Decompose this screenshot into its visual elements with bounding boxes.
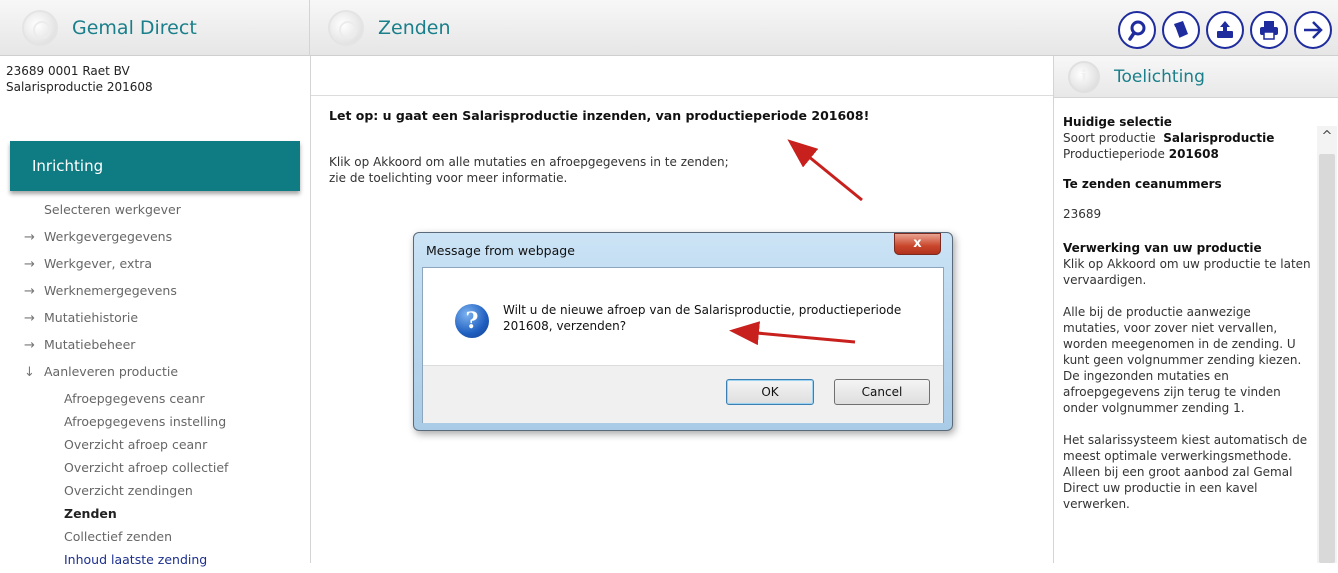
sidebar-item-label: Mutatiehistorie [44, 310, 139, 325]
section-title: Inrichting [10, 141, 300, 191]
sidebar-item-label: Collectief zenden [64, 529, 173, 544]
sidebar-item-label: Overzicht afroep collectief [64, 460, 229, 475]
sidebar-subitem-zenden[interactable]: Zenden [24, 504, 304, 527]
sidebar-item-label: Mutatiebeheer [44, 337, 136, 352]
upload-button[interactable] [1206, 11, 1244, 49]
help-panel-header: Toelichting [1054, 56, 1338, 98]
sidebar-subitem-overzicht-zendingen[interactable]: Overzicht zendingen [24, 481, 304, 504]
ceanr-heading: Te zenden ceanummers [1063, 177, 1222, 191]
print-button[interactable] [1250, 11, 1288, 49]
dialog-title: Message from webpage [426, 243, 575, 258]
dialog-message-line: Wilt u de nieuwe afroep van de Salarispr… [503, 303, 902, 317]
processing-heading: Verwerking van uw productie [1063, 241, 1262, 255]
info-line: Klik op Akkoord om alle mutaties en afro… [329, 155, 729, 169]
sidebar-subitem-afroepgegevens-instelling[interactable]: Afroepgegevens instelling [24, 412, 304, 435]
ok-button[interactable]: OK [726, 379, 814, 405]
book-button[interactable] [1162, 11, 1200, 49]
arrow-right-icon: → [24, 230, 35, 245]
sidebar-subitem-afroepgegevens-ceanr[interactable]: Afroepgegevens ceanr [24, 389, 304, 412]
selection-type: Soort productie Salarisproductie [1063, 130, 1311, 146]
arrow-right-icon: → [24, 338, 35, 353]
sidebar-subitem-overzicht-afroep-ceanr[interactable]: Overzicht afroep ceanr [24, 435, 304, 458]
sidebar-item-label: Werknemergegevens [44, 283, 177, 298]
app-title: Gemal Direct [72, 17, 197, 39]
annotation-arrow [787, 139, 863, 202]
help-paragraph: Het salarissysteem kiest automatisch de … [1063, 433, 1308, 511]
sidebar-nav: Selecteren werkgever → Werkgevergegevens … [24, 200, 304, 573]
info-icon [1068, 60, 1100, 93]
page-logo-icon [328, 10, 364, 46]
arrow-right-icon [1304, 21, 1323, 39]
app-logo-icon [22, 10, 58, 46]
selection-period: Productieperiode 201608 [1063, 146, 1311, 162]
help-panel-title: Toelichting [1114, 66, 1205, 87]
sidebar-item-label: Aanleveren productie [44, 364, 179, 379]
scroll-thumb[interactable] [1319, 154, 1335, 563]
sidebar-subitem-inhoud-laatste-zending[interactable]: Inhoud laatste zending [24, 550, 304, 573]
arrow-right-icon: → [24, 311, 35, 326]
sidebar-item-selecteren-werkgever[interactable]: Selecteren werkgever [24, 200, 304, 227]
cancel-button[interactable]: Cancel [834, 379, 930, 405]
sidebar-item-label: Selecteren werkgever [44, 202, 181, 217]
divider [310, 56, 311, 563]
sidebar-subitem-collectief-zenden[interactable]: Collectief zenden [24, 527, 304, 550]
selection-period-label: Productieperiode [1063, 147, 1165, 161]
dialog-message: Wilt u de nieuwe afroep van de Salarispr… [503, 302, 923, 334]
dialog-message-line: 201608, verzenden? [503, 319, 627, 333]
scroll-up-icon[interactable]: ^ [1319, 130, 1335, 144]
toolbar [1118, 11, 1332, 49]
sidebar-item-werkgever-extra[interactable]: → Werkgever, extra [24, 254, 304, 281]
next-button[interactable] [1294, 11, 1332, 49]
sidebar-item-werknemergegevens[interactable]: → Werknemergegevens [24, 281, 304, 308]
sidebar-item-aanleveren-productie[interactable]: ↓ Aanleveren productie [24, 362, 304, 389]
company-name: 23689 0001 Raet BV [6, 64, 130, 78]
message-dialog: Message from webpage x ? Wilt u de nieuw… [413, 232, 953, 431]
upload-icon [1217, 21, 1233, 38]
sidebar-item-label: Inhoud laatste zending [64, 552, 208, 567]
close-icon: x [913, 236, 922, 251]
main-header-strip [311, 56, 1053, 96]
top-bar: Gemal Direct Zenden [0, 0, 1338, 56]
ceanr-value: 23689 [1063, 207, 1102, 221]
help-paragraph: Alle bij de productie aanwezige mutaties… [1063, 305, 1302, 415]
printer-icon [1260, 21, 1278, 40]
production-info: Salarisproductie 201608 [6, 80, 153, 94]
search-icon [1128, 20, 1146, 41]
sidebar-subitem-overzicht-afroep-collectief[interactable]: Overzicht afroep collectief [24, 458, 304, 481]
sidebar-item-label: Zenden [64, 506, 117, 521]
arrow-right-icon: → [24, 257, 35, 272]
sidebar-item-label: Overzicht zendingen [64, 483, 193, 498]
help-panel: Toelichting Huidige selectie Soort produ… [1053, 56, 1338, 563]
sidebar-item-label: Afroepgegevens instelling [64, 414, 227, 429]
help-panel-body: Huidige selectie Soort productie Salaris… [1063, 114, 1311, 512]
question-icon: ? [455, 304, 489, 338]
sidebar-item-mutatiehistorie[interactable]: → Mutatiehistorie [24, 308, 304, 335]
arrow-down-icon: ↓ [24, 365, 35, 380]
sidebar-item-mutatiebeheer[interactable]: → Mutatiebeheer [24, 335, 304, 362]
selection-type-value: Salarisproductie [1163, 131, 1275, 145]
selection-type-label: Soort productie [1063, 131, 1156, 145]
sidebar-item-werkgevergegevens[interactable]: → Werkgevergegevens [24, 227, 304, 254]
page-title: Zenden [378, 17, 451, 39]
warning-text: Let op: u gaat een Salarisproductie inze… [329, 108, 870, 123]
info-line: zie de toelichting voor meer informatie. [329, 171, 568, 185]
info-text: Klik op Akkoord om alle mutaties en afro… [329, 154, 729, 186]
app-header: Gemal Direct [0, 0, 310, 56]
company-info: 23689 0001 Raet BV Salarisproductie 2016… [6, 63, 153, 95]
sidebar-item-label: Afroepgegevens ceanr [64, 391, 205, 406]
sidebar-item-label: Overzicht afroep ceanr [64, 437, 208, 452]
search-button[interactable] [1118, 11, 1156, 49]
sidebar-item-label: Werkgevergegevens [44, 229, 173, 244]
scrollbar[interactable]: ^ [1317, 126, 1337, 563]
arrow-right-icon: → [24, 284, 35, 299]
dialog-body: ? Wilt u de nieuwe afroep van de Salaris… [422, 267, 944, 423]
selection-heading: Huidige selectie [1063, 115, 1172, 129]
selection-period-value: 201608 [1168, 147, 1219, 161]
processing-text: Klik op Akkoord om uw productie te laten… [1063, 257, 1311, 287]
close-button[interactable]: x [894, 233, 941, 255]
sidebar-item-label: Werkgever, extra [44, 256, 153, 271]
book-icon [1174, 21, 1188, 39]
page-header: Zenden [310, 0, 1030, 56]
